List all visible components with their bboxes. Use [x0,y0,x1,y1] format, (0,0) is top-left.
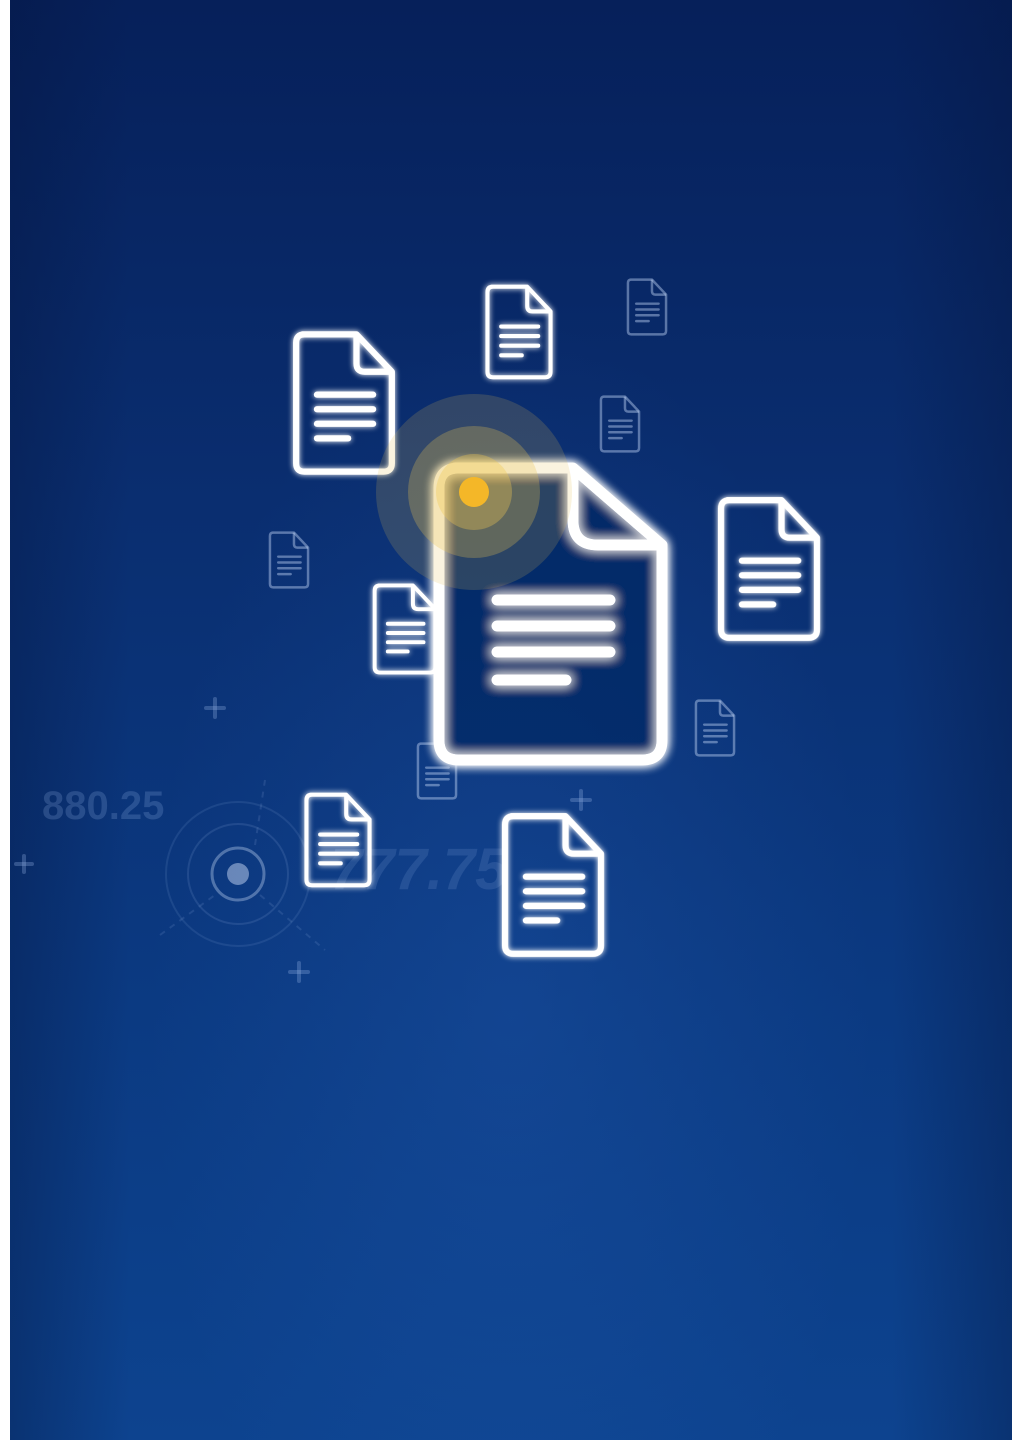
document-icon [487,287,550,378]
notification-pulse [376,394,572,590]
document-illustration [14,278,1012,983]
document-icon [694,699,736,757]
document-icon [375,585,436,672]
document-icon [721,500,817,638]
document-icon [599,395,641,453]
target-decoration [159,779,326,951]
document-icon [626,278,668,336]
hero-background: 880.25 777.75 [10,0,1012,1440]
document-icon [296,334,392,471]
page: 880.25 777.75 [0,0,1022,1440]
accent-dot [459,477,489,507]
document-icon [505,816,601,954]
document-icon [268,531,310,589]
document-icon [306,795,369,886]
